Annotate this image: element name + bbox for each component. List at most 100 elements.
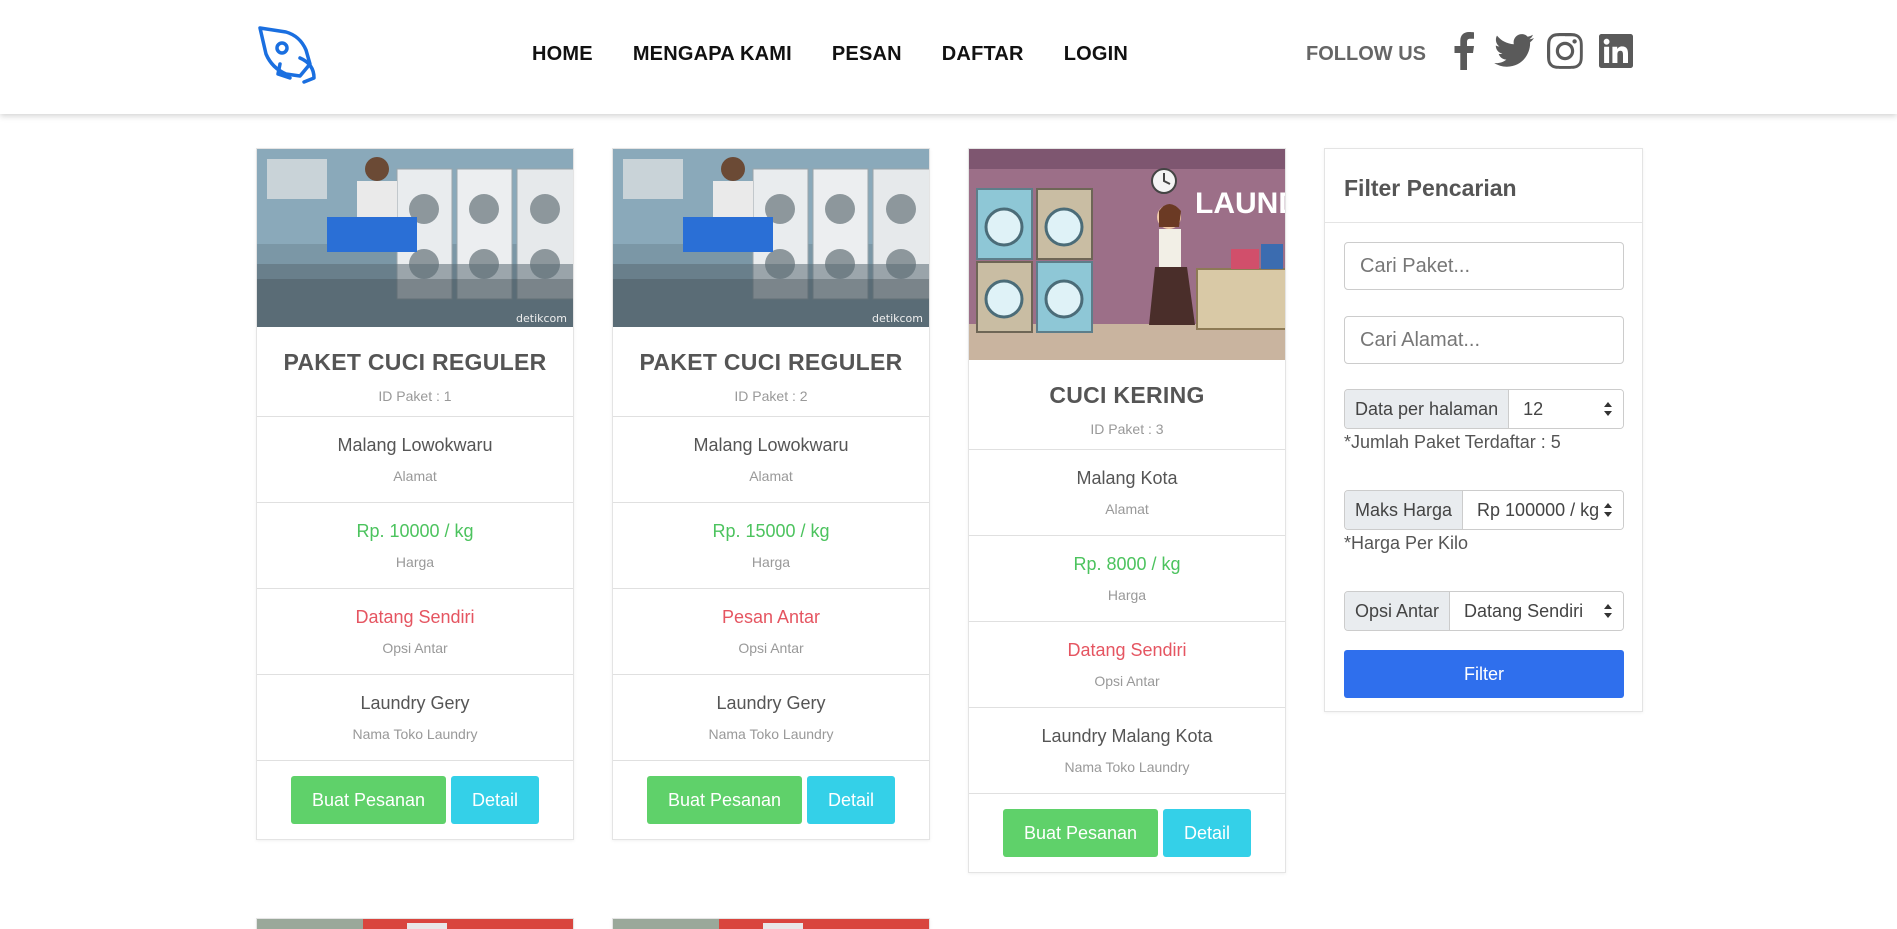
shop-label: Nama Toko Laundry — [1064, 759, 1190, 775]
card-actions: Buat Pesanan Detail — [613, 761, 929, 839]
navbar: HOME MENGAPA KAMI PESAN DAFTAR LOGIN FOL… — [0, 0, 1897, 114]
shop-row: Laundry Malang Kota Nama Toko Laundry — [969, 708, 1285, 794]
delivery-label: Opsi Antar — [382, 640, 448, 656]
filter-button[interactable]: Filter — [1344, 650, 1624, 698]
shop-value: Laundry Gery — [360, 693, 470, 713]
photo-watermark: detikcom — [872, 312, 923, 325]
instagram-icon[interactable] — [1547, 31, 1583, 71]
price-value: Rp. 15000 / kg — [712, 521, 830, 541]
price-row: Rp. 8000 / kg Harga — [969, 536, 1285, 622]
per-page-value: 12 — [1523, 398, 1544, 419]
package-card: detikcom PAKET CUCI REGULER ID Paket : 1… — [256, 148, 574, 840]
follow-us-label: FOLLOW US — [1306, 43, 1426, 65]
shop-label: Nama Toko Laundry — [708, 726, 834, 742]
nav-login[interactable]: LOGIN — [1064, 43, 1128, 66]
photo-watermark: detikcom — [516, 312, 567, 325]
package-card: detikcom PAKET CUCI REGULER ID Paket : 2… — [612, 148, 930, 840]
delivery-value: Datang Sendiri — [1067, 640, 1187, 660]
delivery-value: Datang Sendiri — [355, 607, 475, 627]
nav-mengapa-kami[interactable]: MENGAPA KAMI — [633, 43, 792, 66]
detail-button[interactable]: Detail — [807, 776, 895, 824]
search-alamat-input[interactable] — [1344, 316, 1624, 364]
package-id: ID Paket : 2 — [734, 388, 808, 404]
delivery-option-select[interactable]: Datang Sendiri — [1450, 592, 1623, 630]
package-title: PAKET CUCI REGULER — [283, 349, 547, 375]
twitter-icon[interactable] — [1494, 31, 1534, 71]
address-row: Malang Lowokwaru Alamat — [613, 417, 929, 503]
delivery-row: Pesan Antar Opsi Antar — [613, 589, 929, 675]
card-header: CUCI KERING ID Paket : 3 — [969, 360, 1285, 450]
facebook-icon[interactable] — [1446, 31, 1482, 71]
price-value: Rp. 10000 / kg — [356, 521, 474, 541]
package-count-note: *Jumlah Paket Terdaftar : 5 — [1344, 432, 1561, 452]
max-price-label: Maks Harga — [1345, 491, 1464, 529]
detail-button[interactable]: Detail — [1163, 809, 1251, 857]
price-label: Harga — [395, 554, 435, 570]
laundry-photo — [257, 919, 573, 929]
search-paket-input[interactable] — [1344, 242, 1624, 290]
delivery-row: Datang Sendiri Opsi Antar — [969, 622, 1285, 708]
address-value: Malang Kota — [1076, 468, 1178, 488]
package-card — [612, 918, 930, 929]
per-page-label: Data per halaman — [1345, 390, 1510, 428]
max-price-select[interactable]: Rp 100000 / kg — [1463, 491, 1623, 529]
card-actions: Buat Pesanan Detail — [257, 761, 573, 839]
max-price-value: Rp 100000 / kg — [1477, 499, 1600, 520]
address-row: Malang Lowokwaru Alamat — [257, 417, 573, 503]
shop-label: Nama Toko Laundry — [352, 726, 478, 742]
package-card — [256, 918, 574, 929]
price-row: Rp. 10000 / kg Harga — [257, 503, 573, 589]
delivery-label: Opsi Antar — [1094, 673, 1160, 689]
address-value: Malang Lowokwaru — [693, 435, 849, 455]
buat-pesanan-button[interactable]: Buat Pesanan — [291, 776, 446, 824]
delivery-label: Opsi Antar — [738, 640, 804, 656]
linkedin-icon[interactable] — [1598, 31, 1634, 71]
address-label: Alamat — [1105, 501, 1149, 517]
filter-title: Filter Pencarian — [1344, 175, 1517, 201]
buat-pesanan-button[interactable]: Buat Pesanan — [1003, 809, 1158, 857]
package-title: CUCI KERING — [1049, 382, 1205, 408]
laundry-photo — [613, 919, 929, 929]
card-header: PAKET CUCI REGULER ID Paket : 1 — [257, 327, 573, 417]
filter-panel: Filter Pencarian Data per halaman 12 *Ju… — [1324, 148, 1643, 712]
select-arrows-icon — [1603, 501, 1613, 519]
delivery-option-value: Datang Sendiri — [1464, 600, 1584, 621]
max-price-group: Maks Harga Rp 100000 / kg — [1344, 490, 1624, 530]
per-page-group: Data per halaman 12 — [1344, 389, 1624, 429]
price-label: Harga — [751, 554, 791, 570]
per-page-select[interactable]: 12 — [1509, 390, 1623, 428]
card-header: PAKET CUCI REGULER ID Paket : 2 — [613, 327, 929, 417]
price-row: Rp. 15000 / kg Harga — [613, 503, 929, 589]
nav-pesan[interactable]: PESAN — [832, 43, 902, 66]
delivery-row: Datang Sendiri Opsi Antar — [257, 589, 573, 675]
package-id: ID Paket : 1 — [378, 388, 452, 404]
shop-value: Laundry Malang Kota — [1041, 726, 1213, 746]
laundry-sign: LAUNDRY — [1195, 187, 1285, 220]
detail-button[interactable]: Detail — [451, 776, 539, 824]
shop-value: Laundry Gery — [716, 693, 826, 713]
package-title: PAKET CUCI REGULER — [639, 349, 903, 375]
delivery-option-label: Opsi Antar — [1345, 592, 1451, 630]
rocket-logo-icon[interactable] — [256, 24, 318, 84]
delivery-value: Pesan Antar — [721, 607, 821, 627]
buat-pesanan-button[interactable]: Buat Pesanan — [647, 776, 802, 824]
select-arrows-icon — [1603, 602, 1613, 620]
address-label: Alamat — [749, 468, 793, 484]
filter-header: Filter Pencarian — [1325, 149, 1642, 223]
laundry-illustration: LAUNDRY — [969, 149, 1285, 360]
package-id: ID Paket : 3 — [1090, 421, 1164, 437]
select-arrows-icon — [1603, 400, 1613, 418]
nav-daftar[interactable]: DAFTAR — [942, 43, 1024, 66]
shop-row: Laundry Gery Nama Toko Laundry — [257, 675, 573, 761]
main-nav: HOME MENGAPA KAMI PESAN DAFTAR LOGIN — [532, 0, 1168, 108]
nav-home[interactable]: HOME — [532, 43, 593, 66]
address-value: Malang Lowokwaru — [337, 435, 493, 455]
price-note: *Harga Per Kilo — [1344, 533, 1469, 553]
shop-row: Laundry Gery Nama Toko Laundry — [613, 675, 929, 761]
laundry-photo: detikcom — [613, 149, 929, 327]
package-card: LAUNDRY CUCI KERING ID Paket : 3 Malang … — [968, 148, 1286, 873]
price-value: Rp. 8000 / kg — [1073, 554, 1181, 574]
delivery-group: Opsi Antar Datang Sendiri — [1344, 591, 1624, 631]
address-label: Alamat — [393, 468, 437, 484]
price-label: Harga — [1107, 587, 1147, 603]
